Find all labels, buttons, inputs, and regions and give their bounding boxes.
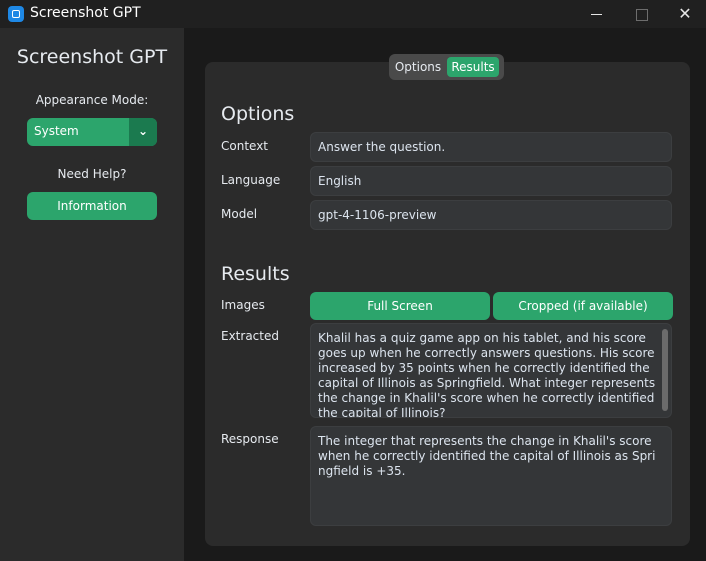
app-icon bbox=[8, 6, 24, 22]
information-button[interactable]: Information bbox=[27, 192, 157, 220]
appearance-mode-label: Appearance Mode: bbox=[35, 93, 149, 107]
tab-switcher: Options Results bbox=[389, 54, 504, 80]
close-button[interactable]: ✕ bbox=[662, 0, 706, 28]
app-name: Screenshot GPT bbox=[16, 46, 168, 68]
minimize-button[interactable] bbox=[574, 0, 620, 28]
context-label: Context bbox=[221, 139, 269, 153]
full-screen-button[interactable]: Full Screen bbox=[310, 292, 490, 320]
extracted-scrollbar[interactable] bbox=[662, 329, 668, 411]
chevron-down-icon[interactable]: ⌄ bbox=[129, 118, 157, 146]
model-field[interactable]: gpt-4-1106-preview bbox=[310, 200, 672, 230]
title-bar: Screenshot GPT ✕ bbox=[0, 0, 706, 28]
appearance-mode-select[interactable]: System ⌄ bbox=[27, 118, 157, 146]
response-label: Response bbox=[221, 432, 279, 446]
window-title: Screenshot GPT bbox=[30, 5, 141, 21]
sidebar: Screenshot GPT Appearance Mode: System ⌄… bbox=[0, 28, 184, 561]
extracted-textbox[interactable]: Khalil has a quiz game app on his tablet… bbox=[310, 323, 672, 418]
need-help-label: Need Help? bbox=[57, 167, 127, 181]
cropped-button[interactable]: Cropped (if available) bbox=[493, 292, 673, 320]
appearance-mode-value: System bbox=[34, 124, 79, 138]
context-field[interactable]: Answer the question. bbox=[310, 132, 672, 162]
maximize-button[interactable] bbox=[618, 0, 664, 28]
tab-options[interactable]: Options bbox=[392, 57, 444, 77]
language-field[interactable]: English bbox=[310, 166, 672, 196]
options-title: Options bbox=[221, 103, 295, 125]
tab-results[interactable]: Results bbox=[447, 57, 499, 77]
results-title: Results bbox=[221, 263, 290, 285]
language-label: Language bbox=[221, 173, 281, 187]
extracted-label: Extracted bbox=[221, 329, 279, 343]
response-textbox[interactable]: The integer that represents the change i… bbox=[310, 426, 672, 526]
model-label: Model bbox=[221, 207, 258, 221]
images-label: Images bbox=[221, 298, 265, 312]
